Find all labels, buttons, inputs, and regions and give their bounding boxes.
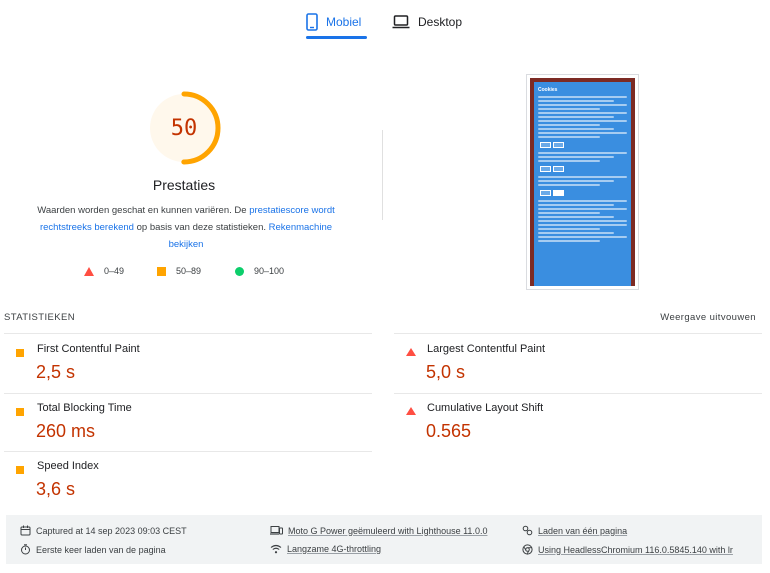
screenshot-cookie-panel: Cookies: [534, 82, 631, 286]
metric-label: Total Blocking Time: [37, 402, 132, 414]
expand-view-toggle[interactable]: Weergave uitvouwen: [660, 312, 756, 323]
metric-largest-contentful-paint[interactable]: Largest Contentful Paint 5,0 s: [394, 335, 734, 393]
smartphone-icon: [306, 13, 318, 31]
metric-label: Speed Index: [37, 460, 99, 472]
legend-average-range: 50–89: [176, 266, 202, 276]
metric-value: 3,6 s: [36, 479, 76, 499]
metric-label: First Contentful Paint: [37, 343, 140, 355]
emulated-device[interactable]: Moto G Power geëmuleerd with Lighthouse …: [270, 525, 487, 536]
metric-speed-index[interactable]: Speed Index 3,6 s: [4, 452, 344, 510]
metric-value: 260 ms: [36, 421, 96, 441]
performance-score: 50: [170, 115, 198, 141]
stats-divider: [4, 333, 372, 334]
fail-triangle-icon: [406, 407, 416, 415]
performance-gauge: 50: [145, 89, 223, 167]
runtime-settings-footer: Captured at 14 sep 2023 09:03 CEST Moto …: [6, 515, 762, 564]
tab-desktop-label: Desktop: [418, 15, 463, 29]
calendar-icon: [20, 525, 31, 536]
captured-at: Captured at 14 sep 2023 09:03 CEST: [20, 525, 187, 536]
metric-label: Largest Contentful Paint: [427, 343, 546, 355]
wifi-icon: [270, 544, 282, 554]
session-type-text: Laden van één pagina: [538, 525, 628, 536]
browser-version-text: Using HeadlessChromium 116.0.5845.140 wi…: [538, 544, 733, 555]
description-text-2: op basis van deze statistieken.: [133, 222, 269, 233]
score-legend: 0–49 50–89 90–100: [0, 266, 368, 280]
screenshot-cookie-title: Cookies: [538, 87, 558, 93]
legend-fail: 0–49: [84, 266, 124, 276]
network-throttling-text: Langzame 4G-throttling: [287, 544, 382, 554]
metric-first-contentful-paint[interactable]: First Contentful Paint 2,5 s: [4, 335, 344, 393]
initial-page-load: Eerste keer laden van de pagina: [20, 544, 166, 555]
form-factor-tabs: Mobiel Desktop: [0, 0, 770, 40]
description-text-1: Waarden worden geschat en kunnen variëre…: [37, 205, 250, 216]
metric-total-blocking-time[interactable]: Total Blocking Time 260 ms: [4, 394, 344, 452]
browser-version[interactable]: Using HeadlessChromium 116.0.5845.140 wi…: [522, 544, 733, 555]
pass-circle-icon: [235, 266, 244, 276]
session-type[interactable]: Laden van één pagina: [522, 525, 627, 536]
tab-mobile[interactable]: Mobiel: [306, 8, 361, 36]
tab-desktop[interactable]: Desktop: [392, 8, 462, 36]
average-square-icon: [16, 466, 24, 474]
legend-average: 50–89: [157, 266, 201, 276]
average-square-icon: [16, 408, 24, 416]
laptop-icon: [392, 15, 410, 29]
fail-triangle-icon: [84, 266, 94, 276]
screenshot-image: Cookies: [530, 78, 635, 286]
stats-header: STATISTIEKEN Weergave uitvouwen: [4, 312, 756, 326]
average-square-icon: [157, 266, 166, 276]
metric-value: 2,5 s: [36, 362, 76, 382]
metric-label: Cumulative Layout Shift: [427, 402, 544, 414]
legend-pass: 90–100: [235, 266, 284, 276]
vertical-divider: [382, 130, 383, 220]
metric-cumulative-layout-shift[interactable]: Cumulative Layout Shift 0.565: [394, 394, 734, 452]
metric-value: 0.565: [426, 421, 472, 441]
stats-divider: [394, 333, 762, 334]
captured-at-text: Captured at 14 sep 2023 09:03 CEST: [36, 525, 187, 536]
average-square-icon: [16, 349, 24, 357]
single-page-icon: [522, 525, 533, 536]
emulated-device-text: Moto G Power geëmuleerd with Lighthouse …: [288, 525, 488, 536]
active-tab-indicator: [306, 36, 367, 39]
category-description: Waarden worden geschat en kunnen variëre…: [26, 202, 346, 253]
chrome-icon: [522, 544, 533, 555]
network-throttling[interactable]: Langzame 4G-throttling: [270, 544, 381, 554]
final-screenshot[interactable]: Cookies: [526, 74, 639, 290]
devices-icon: [270, 525, 283, 536]
timer-icon: [20, 544, 31, 555]
fail-triangle-icon: [406, 348, 416, 356]
initial-page-load-text: Eerste keer laden van de pagina: [36, 544, 166, 555]
stats-title: STATISTIEKEN: [4, 312, 75, 323]
tab-mobile-label: Mobiel: [326, 15, 362, 29]
legend-pass-range: 90–100: [254, 266, 285, 276]
metric-value: 5,0 s: [426, 362, 466, 382]
category-title: Prestaties: [152, 177, 216, 193]
legend-fail-range: 0–49: [104, 266, 125, 276]
